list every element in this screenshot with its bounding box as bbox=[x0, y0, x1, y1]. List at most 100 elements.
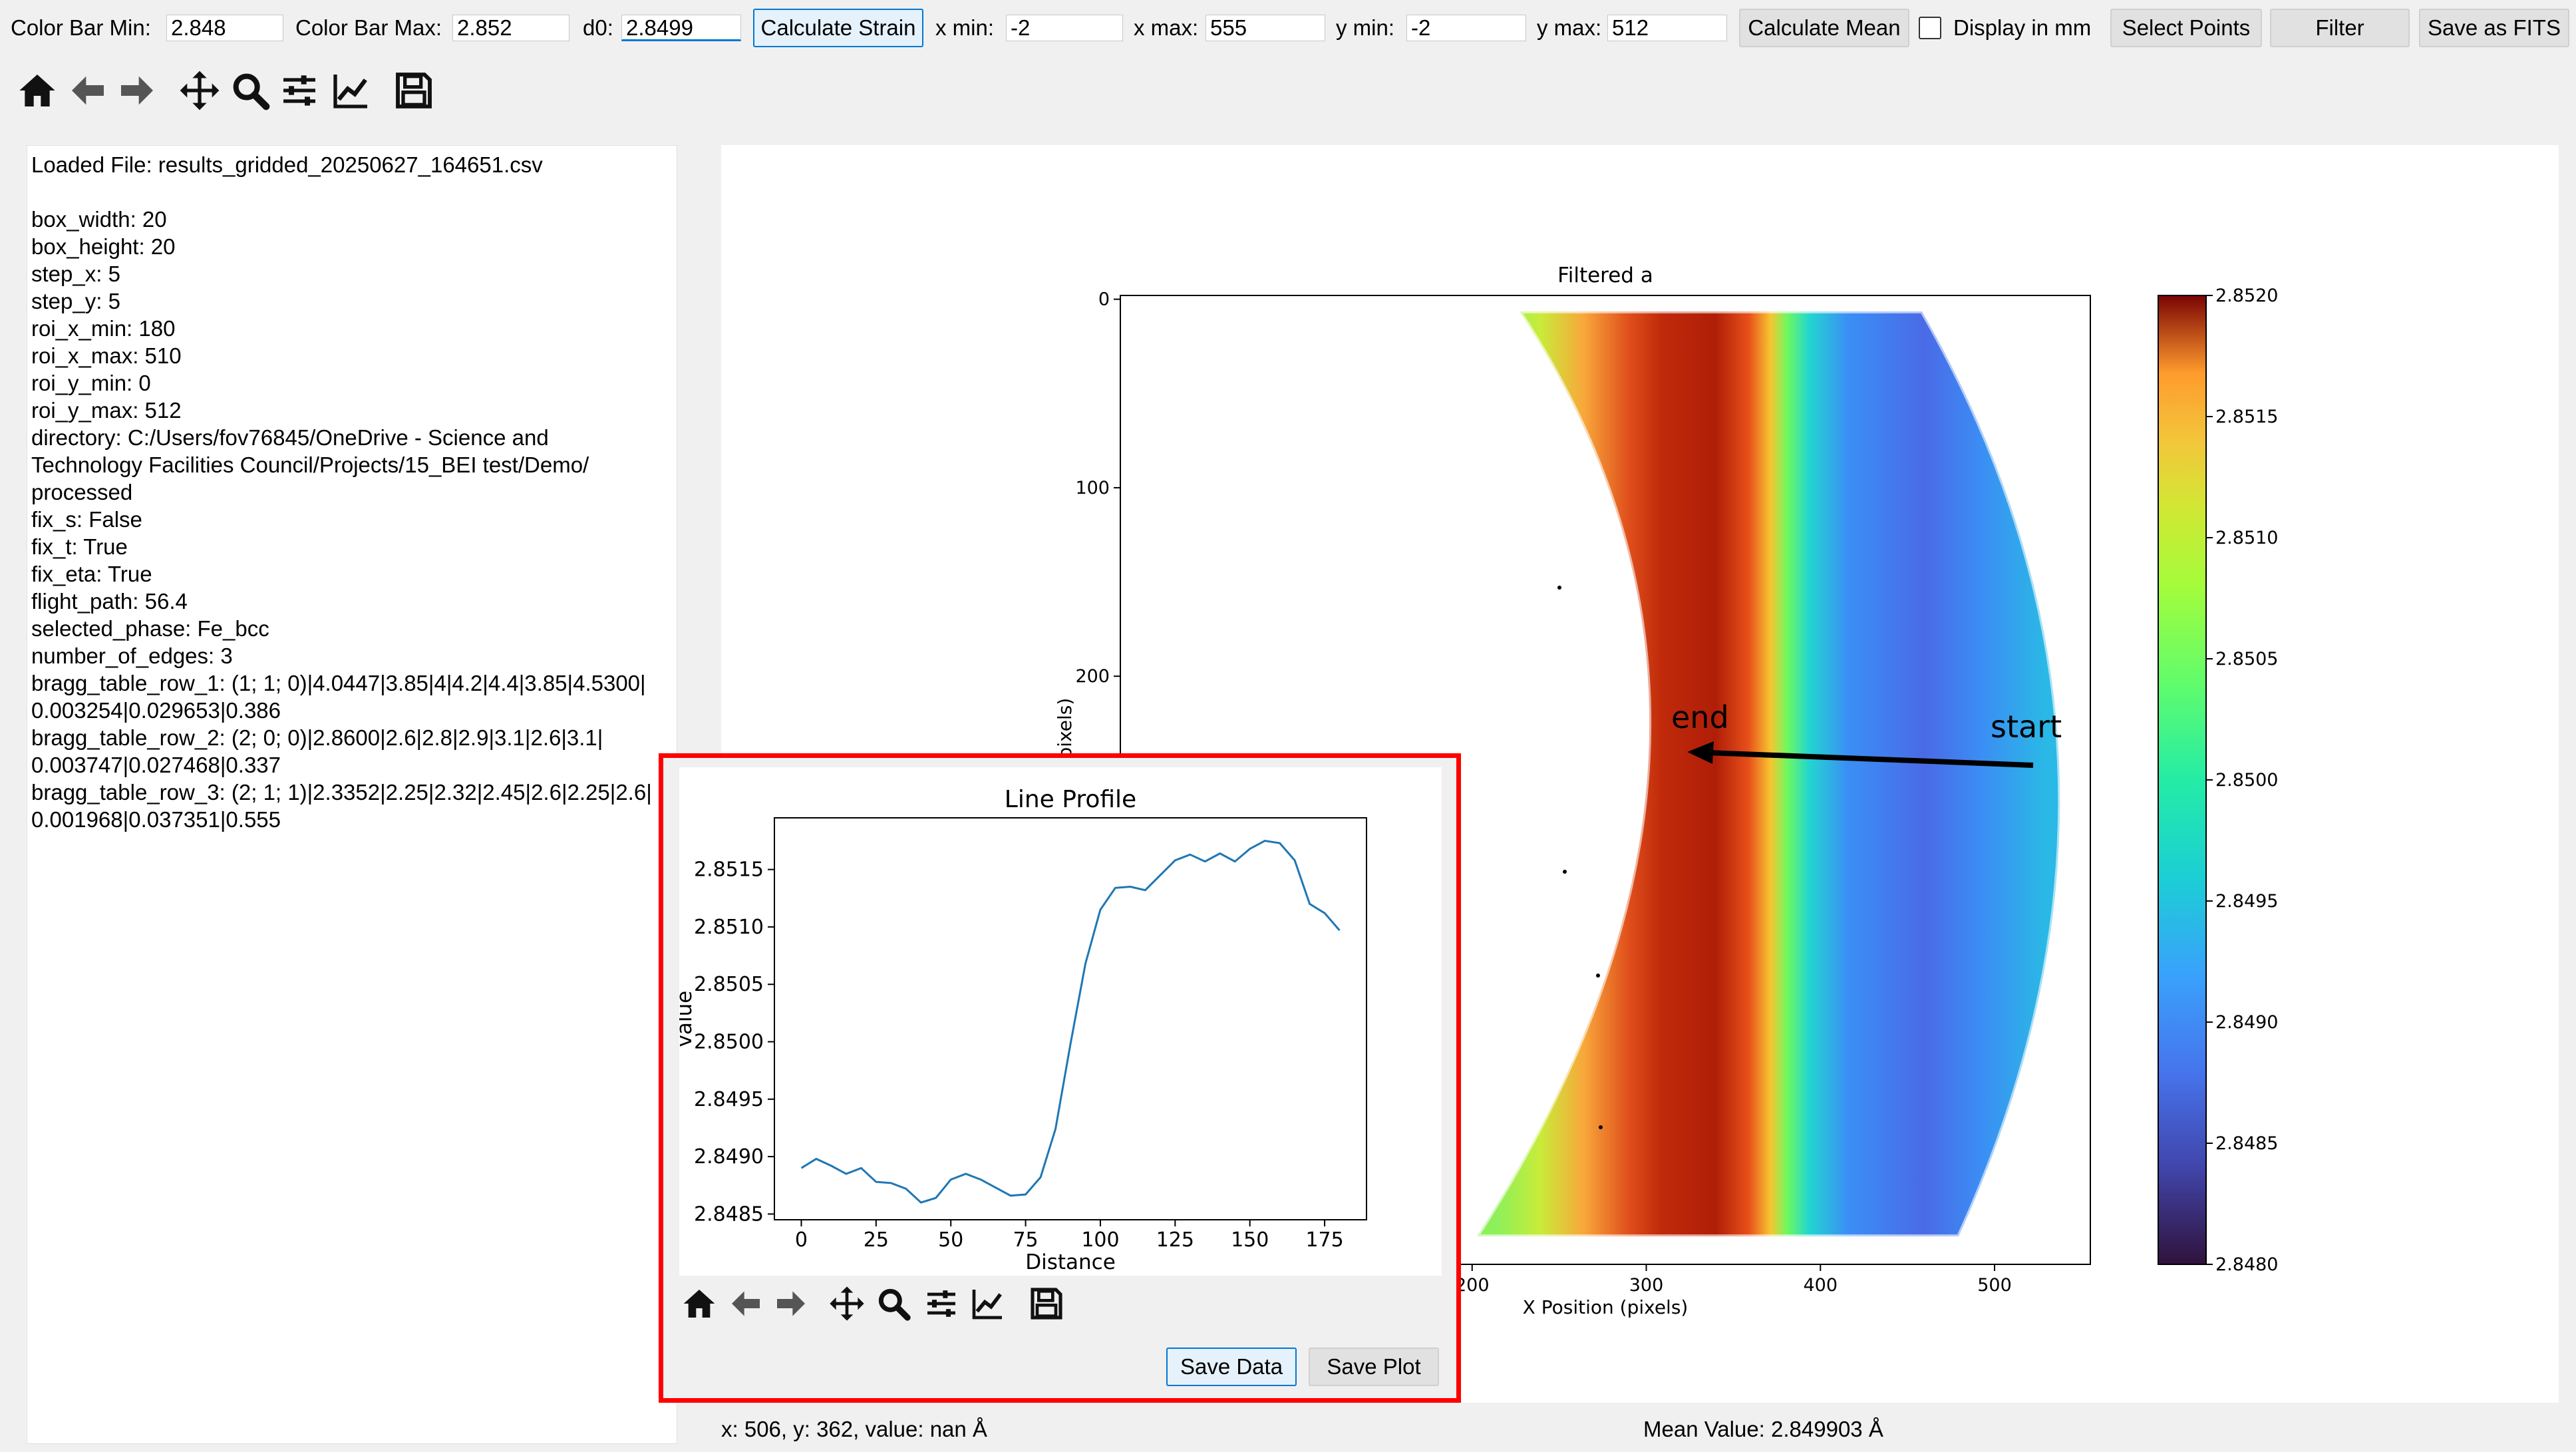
zoom-icon[interactable] bbox=[229, 69, 271, 112]
x-axis-label: X Position (pixels) bbox=[1523, 1296, 1689, 1318]
info-line: 0.003254|0.029653|0.386 bbox=[31, 698, 281, 723]
y-tick-label: 2.8505 bbox=[694, 973, 764, 996]
configure-subplots-icon[interactable] bbox=[278, 69, 321, 112]
info-line: step_x: 5 bbox=[31, 262, 120, 286]
y-tick-label: 2.8495 bbox=[694, 1088, 764, 1111]
y-max-input[interactable]: 512 bbox=[1607, 15, 1727, 41]
x-max-label: x max: bbox=[1134, 15, 1199, 40]
colorbar-tick-label: 2.8485 bbox=[2215, 1133, 2278, 1154]
info-line: number_of_edges: 3 bbox=[31, 643, 233, 668]
info-line: selected_phase: Fe_bcc bbox=[31, 616, 269, 641]
y-axis-label: value bbox=[679, 991, 697, 1047]
line-profile-figure: Line Profile 0 25 50 75 100 125 150 175 2.8485 2.8… bbox=[673, 786, 1367, 1274]
y-min-label: y min: bbox=[1336, 15, 1395, 40]
y-tick-label: 2.8500 bbox=[694, 1031, 764, 1054]
info-line: directory: C:/Users/fov76845/OneDrive - … bbox=[31, 425, 549, 450]
annotation-end: end bbox=[1671, 699, 1729, 735]
info-line: bragg_table_row_2: (2; 0; 0)|2.8600|2.6|… bbox=[31, 725, 603, 750]
calculate-mean-button[interactable]: Calculate Mean bbox=[1739, 9, 1909, 47]
configure-subplots-icon[interactable] bbox=[923, 1285, 960, 1322]
info-line: roi_y_max: 512 bbox=[31, 398, 182, 423]
home-icon[interactable] bbox=[16, 69, 59, 112]
save-data-button[interactable]: Save Data bbox=[1166, 1348, 1297, 1386]
colorbar-tick-label: 2.8500 bbox=[2215, 770, 2278, 791]
save-icon[interactable] bbox=[1028, 1285, 1065, 1322]
cursor-readout: x: 506, y: 362, value: nan Å bbox=[721, 1417, 987, 1441]
info-line: processed bbox=[31, 480, 133, 504]
info-line: roi_x_max: 510 bbox=[31, 343, 182, 368]
home-icon[interactable] bbox=[681, 1285, 718, 1322]
line-profile-window: Line Profile 0 25 50 75 100 125 150 175 2.8485 2.8… bbox=[659, 753, 1461, 1403]
x-min-input[interactable]: -2 bbox=[1006, 15, 1123, 41]
y-tick-label: 2.8515 bbox=[694, 858, 764, 882]
pan-icon[interactable] bbox=[178, 69, 221, 112]
x-tick-label: 175 bbox=[1305, 1228, 1343, 1252]
x-tick-label: 0 bbox=[795, 1228, 808, 1252]
x-tick-label: 400 bbox=[1803, 1275, 1838, 1296]
save-as-fits-button[interactable]: Save as FITS bbox=[2419, 9, 2569, 47]
x-tick-label: 150 bbox=[1231, 1228, 1269, 1252]
info-line: 0.001968|0.037351|0.555 bbox=[31, 807, 281, 832]
speck bbox=[1596, 974, 1600, 978]
info-line: step_y: 5 bbox=[31, 289, 120, 313]
color-bar-max-label: Color Bar Max: bbox=[295, 15, 442, 40]
forward-arrow-icon[interactable] bbox=[772, 1285, 810, 1322]
x-min-label: x min: bbox=[935, 15, 995, 40]
select-points-button[interactable]: Select Points bbox=[2110, 9, 2262, 47]
save-icon[interactable] bbox=[393, 69, 435, 112]
forward-arrow-icon[interactable] bbox=[116, 69, 158, 112]
info-line: box_width: 20 bbox=[31, 207, 167, 232]
info-line: fix_t: True bbox=[31, 534, 128, 559]
x-tick-label: 25 bbox=[864, 1228, 889, 1252]
info-line: fix_s: False bbox=[31, 507, 142, 532]
back-arrow-icon[interactable] bbox=[67, 69, 109, 112]
main-plot-title: Filtered a bbox=[1557, 264, 1653, 287]
colorbar-tick-label: 2.8490 bbox=[2215, 1012, 2278, 1033]
calculate-strain-button[interactable]: Calculate Strain bbox=[753, 9, 923, 47]
info-line: roi_x_min: 180 bbox=[31, 316, 176, 341]
y-tick-label: 100 bbox=[1075, 478, 1110, 498]
annotation-start: start bbox=[1991, 709, 2062, 745]
info-line: flight_path: 56.4 bbox=[31, 589, 188, 614]
info-line: Technology Facilities Council/Projects/1… bbox=[31, 453, 589, 477]
info-line: roi_y_min: 0 bbox=[31, 371, 151, 395]
colorbar-tick-label: 2.8495 bbox=[2215, 891, 2278, 912]
speck bbox=[1557, 586, 1561, 590]
back-arrow-icon[interactable] bbox=[727, 1285, 764, 1322]
zoom-icon[interactable] bbox=[875, 1285, 912, 1322]
pan-icon[interactable] bbox=[828, 1285, 866, 1322]
d0-label: d0: bbox=[583, 15, 613, 40]
y-tick-label: 2.8485 bbox=[694, 1202, 764, 1226]
colorbar-tick-label: 2.8510 bbox=[2215, 528, 2278, 548]
info-line: 0.003747|0.027468|0.337 bbox=[31, 753, 281, 777]
color-bar-min-label: Color Bar Min: bbox=[11, 15, 151, 40]
speck bbox=[1563, 870, 1567, 874]
y-tick-label: 0 bbox=[1098, 289, 1110, 310]
info-line: bragg_table_row_1: (1; 1; 0)|4.0447|3.85… bbox=[31, 671, 646, 695]
y-tick-label: 200 bbox=[1075, 666, 1110, 687]
strain-map-image bbox=[1473, 309, 2062, 1238]
y-max-label: y max: bbox=[1537, 15, 1602, 40]
save-plot-button[interactable]: Save Plot bbox=[1309, 1348, 1439, 1386]
edit-axis-icon[interactable] bbox=[330, 69, 373, 112]
line-profile-title: Line Profile bbox=[1005, 786, 1136, 813]
d0-input[interactable]: 2.8499 bbox=[621, 15, 741, 41]
colorbar-tick-label: 2.8505 bbox=[2215, 649, 2278, 669]
x-tick-label: 300 bbox=[1629, 1275, 1664, 1296]
file-info-panel: Loaded File: results_gridded_20250627_16… bbox=[27, 145, 677, 1444]
display-in-mm-label: Display in mm bbox=[1953, 15, 2092, 40]
y-tick-label: 2.8510 bbox=[694, 916, 764, 939]
x-max-input[interactable]: 555 bbox=[1206, 15, 1325, 41]
filter-button[interactable]: Filter bbox=[2270, 9, 2410, 47]
color-bar-max-input[interactable]: 2.852 bbox=[452, 15, 569, 41]
edit-axis-icon[interactable] bbox=[969, 1285, 1007, 1322]
y-min-input[interactable]: -2 bbox=[1406, 15, 1526, 41]
line-profile-axes-frame bbox=[774, 817, 1367, 1220]
x-tick-label: 500 bbox=[1977, 1275, 2012, 1296]
y-tick-label: 2.8490 bbox=[694, 1145, 764, 1169]
info-line: Loaded File: results_gridded_20250627_16… bbox=[31, 152, 543, 177]
color-bar-min-input[interactable]: 2.848 bbox=[166, 15, 283, 41]
info-line: fix_eta: True bbox=[31, 562, 152, 586]
speck bbox=[1599, 1125, 1603, 1129]
display-in-mm-checkbox[interactable] bbox=[1919, 17, 1941, 39]
